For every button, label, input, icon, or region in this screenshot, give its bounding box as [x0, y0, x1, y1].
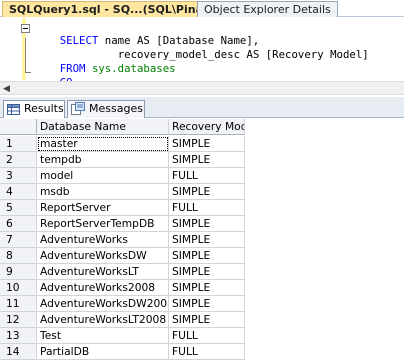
database-name-cell[interactable]: ReportServerTempDB [37, 216, 169, 232]
table-row[interactable]: 7 AdventureWorks SIMPLE [0, 232, 404, 248]
recovery-model-cell[interactable]: SIMPLE [169, 232, 245, 248]
scroll-left-arrow-icon[interactable]: ◀ [3, 83, 10, 95]
row-number-cell[interactable]: 10 [0, 280, 37, 296]
recovery-model-cell[interactable]: FULL [169, 168, 245, 184]
table-row[interactable]: 9 AdventureWorksLT SIMPLE [0, 264, 404, 280]
row-number-cell[interactable]: 13 [0, 328, 37, 344]
results-tab-strip: Results Messages [0, 97, 404, 118]
recovery-model-cell[interactable]: SIMPLE [169, 152, 245, 168]
recovery-model-cell[interactable]: SIMPLE [169, 184, 245, 200]
recovery-model-cell[interactable]: SIMPLE [169, 312, 245, 328]
outline-end-tick [25, 72, 31, 73]
document-tab-strip: SQLQuery1.sql - SQ...(SQL\Pinal (54))* O… [0, 0, 404, 17]
tab-results[interactable]: Results [3, 100, 65, 118]
recovery-model-cell[interactable]: FULL [169, 328, 245, 344]
table-row[interactable]: 5 ReportServer FULL [0, 200, 404, 216]
code-line-2: recovery_model_desc AS [Recovery Model] [92, 34, 369, 61]
sys-databases-text: sys.databases [91, 62, 176, 75]
table-row[interactable]: 4 msdb SIMPLE [0, 184, 404, 200]
database-name-cell[interactable]: msdb [37, 184, 169, 200]
results-grid: Database Name Recovery Model 1masterSIMP… [0, 119, 404, 360]
results-tab-label: Results [24, 102, 64, 115]
grid-icon [7, 104, 20, 120]
collapse-outline-icon[interactable] [21, 24, 30, 33]
row-number-cell[interactable]: 1 [0, 136, 37, 152]
grid-header-row: Database Name Recovery Model [0, 119, 404, 135]
recovery-model-cell[interactable]: SIMPLE [169, 264, 245, 280]
database-name-cell[interactable]: AdventureWorksLT [37, 264, 169, 280]
recovery-model-cell[interactable]: SIMPLE [169, 248, 245, 264]
table-row[interactable]: 14 PartialDB FULL [0, 344, 404, 360]
row-number-header[interactable] [0, 119, 37, 135]
editor-horizontal-scrollbar[interactable]: ◀ [0, 81, 404, 95]
database-name-cell[interactable]: AdventureWorks2008 [37, 280, 169, 296]
row-number-cell[interactable]: 7 [0, 232, 37, 248]
database-name-cell[interactable]: AdventureWorksDW2008 [37, 296, 169, 312]
database-name-cell[interactable]: master [37, 136, 169, 152]
column-header-database-name[interactable]: Database Name [37, 119, 169, 135]
row-number-cell[interactable]: 6 [0, 216, 37, 232]
database-name-cell[interactable]: Test [37, 328, 169, 344]
column-header-recovery-model[interactable]: Recovery Model [169, 119, 245, 135]
database-name-cell[interactable]: ReportServer [37, 200, 169, 216]
database-name-cell[interactable]: AdventureWorks [37, 232, 169, 248]
code-line-3: FROM sys.databases [34, 48, 176, 75]
row-number-cell[interactable]: 2 [0, 152, 37, 168]
query-editor[interactable]: SELECT name AS [Database Name], recovery… [0, 18, 404, 89]
row-number-cell[interactable]: 9 [0, 264, 37, 280]
row-number-cell[interactable]: 4 [0, 184, 37, 200]
table-row[interactable]: 11 AdventureWorksDW2008 SIMPLE [0, 296, 404, 312]
row-number-cell[interactable]: 5 [0, 200, 37, 216]
row-number-cell[interactable]: 3 [0, 168, 37, 184]
table-row[interactable]: 12 AdventureWorksLT2008 SIMPLE [0, 312, 404, 328]
code-line-4: GO [34, 62, 73, 89]
table-row[interactable]: 8 AdventureWorksDW SIMPLE [0, 248, 404, 264]
recovery-model-cell[interactable]: SIMPLE [169, 280, 245, 296]
tab-object-explorer-details[interactable]: Object Explorer Details [197, 1, 338, 17]
recovery-model-cell[interactable]: SIMPLE [169, 136, 245, 152]
outline-line [25, 38, 26, 72]
row-number-cell[interactable]: 11 [0, 296, 37, 312]
recovery-model-cell[interactable]: SIMPLE [169, 296, 245, 312]
table-row[interactable]: 3 model FULL [0, 168, 404, 184]
row-number-cell[interactable]: 12 [0, 312, 37, 328]
recovery-model-cell[interactable]: FULL [169, 344, 245, 360]
table-row[interactable]: 2 tempdb SIMPLE [0, 152, 404, 168]
code-line-1: SELECT name AS [Database Name], [34, 20, 259, 47]
database-name-cell[interactable]: AdventureWorksDW [37, 248, 169, 264]
row-number-cell[interactable]: 8 [0, 248, 37, 264]
recovery-model-cell[interactable]: SIMPLE [169, 216, 245, 232]
database-name-cell[interactable]: model [37, 168, 169, 184]
table-row[interactable]: 6 ReportServerTempDB SIMPLE [0, 216, 404, 232]
database-name-cell[interactable]: AdventureWorksLT2008 [37, 312, 169, 328]
database-name-cell[interactable]: PartialDB [37, 344, 169, 360]
table-row[interactable]: 13 Test FULL [0, 328, 404, 344]
table-row[interactable]: 1 master SIMPLE [0, 136, 404, 152]
messages-icon [71, 102, 85, 120]
recovery-model-cell[interactable]: FULL [169, 200, 245, 216]
row-number-cell[interactable]: 14 [0, 344, 37, 360]
database-name-cell[interactable]: tempdb [37, 152, 169, 168]
table-row[interactable]: 10 AdventureWorks2008 SIMPLE [0, 280, 404, 296]
messages-tab-label: Messages [89, 102, 143, 115]
tab-messages[interactable]: Messages [67, 100, 145, 118]
